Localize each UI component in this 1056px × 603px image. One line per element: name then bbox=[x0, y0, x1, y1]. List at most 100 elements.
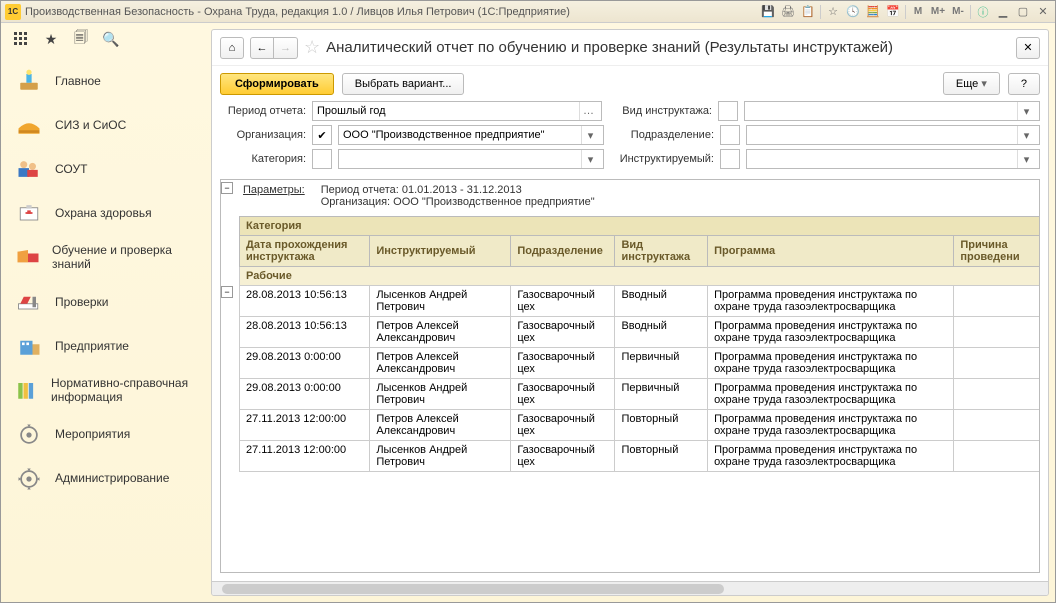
category-input[interactable]: ▾ bbox=[338, 149, 604, 169]
report-table: Категория Дата прохождения инструктажаИн… bbox=[239, 216, 1040, 472]
nav-icon bbox=[13, 67, 45, 95]
type-checkbox[interactable] bbox=[718, 101, 738, 121]
org-input[interactable]: ООО "Производственное предприятие"▾ bbox=[338, 125, 604, 145]
table-row[interactable]: 29.08.2013 0:00:00Лысенков Андрей Петров… bbox=[240, 379, 1041, 410]
table-row[interactable]: 27.11.2013 12:00:00Петров Алексей Алекса… bbox=[240, 410, 1041, 441]
nav-item[interactable]: Охрана здоровья bbox=[1, 191, 211, 235]
table-row[interactable]: 29.08.2013 0:00:00Петров Алексей Алексан… bbox=[240, 348, 1041, 379]
print-icon[interactable]: 🖨 bbox=[780, 4, 796, 20]
save-icon[interactable]: 💾 bbox=[760, 4, 776, 20]
dept-checkbox[interactable] bbox=[720, 125, 740, 145]
window-title: Производственная Безопасность - Охрана Т… bbox=[25, 6, 760, 18]
sidebar: ★ 🗐 🔍 Главное СИЗ и СиОС СОУТОхрана здоров… bbox=[1, 23, 211, 602]
clipboard-icon[interactable]: 🗐 bbox=[73, 31, 89, 47]
person-checkbox[interactable] bbox=[720, 149, 740, 169]
nav-item[interactable]: Главное bbox=[1, 59, 211, 103]
table-cell: Вводный bbox=[615, 286, 708, 317]
doc-icon[interactable]: 📋 bbox=[800, 4, 816, 20]
history-icon[interactable]: 🕓 bbox=[845, 4, 861, 20]
period-ellipsis-icon[interactable]: … bbox=[579, 102, 597, 120]
main-panel: ⌂ ← → ☆ Аналитический отчет по обучению … bbox=[211, 29, 1049, 596]
table-cell: 29.08.2013 0:00:00 bbox=[240, 379, 370, 410]
nav-item[interactable]: Проверки bbox=[1, 280, 211, 324]
dept-input[interactable]: ▾ bbox=[746, 125, 1040, 145]
category-dropdown-icon[interactable]: ▾ bbox=[581, 150, 599, 168]
nav-item[interactable]: Обучение и проверка знаний bbox=[1, 235, 211, 280]
info-icon[interactable]: ⓘ bbox=[975, 4, 991, 20]
category-checkbox[interactable] bbox=[312, 149, 332, 169]
column-header: Инструктируемый bbox=[370, 236, 511, 267]
forward-button[interactable]: → bbox=[274, 37, 298, 59]
close-tab-icon[interactable]: ✕ bbox=[1016, 37, 1040, 59]
nav-label: Главное bbox=[55, 74, 101, 88]
category-label: Категория: bbox=[220, 153, 306, 165]
table-cell bbox=[954, 317, 1040, 348]
table-row[interactable]: 27.11.2013 12:00:00Лысенков Андрей Петро… bbox=[240, 441, 1041, 472]
type-input[interactable]: ▾ bbox=[744, 101, 1040, 121]
nav-item[interactable]: СИЗ и СиОС bbox=[1, 103, 211, 147]
nav-label: Обучение и проверка знаний bbox=[52, 243, 199, 272]
nav-icon bbox=[13, 376, 41, 404]
nav-item[interactable]: Предприятие bbox=[1, 324, 211, 368]
category-header: Категория bbox=[240, 217, 1041, 236]
params-label: Параметры: bbox=[243, 184, 305, 208]
choose-variant-button[interactable]: Выбрать вариант... bbox=[342, 73, 465, 95]
person-input[interactable]: ▾ bbox=[746, 149, 1040, 169]
table-cell: Программа проведения инструктажа по охра… bbox=[708, 348, 954, 379]
tree-toggle[interactable]: − bbox=[221, 182, 233, 194]
table-cell: Газосварочный цех bbox=[511, 286, 615, 317]
nav-icon bbox=[13, 465, 45, 493]
memory-mplus-icon[interactable]: M+ bbox=[930, 4, 946, 20]
favorite-page-icon[interactable]: ☆ bbox=[304, 37, 320, 58]
memory-mminus-icon[interactable]: M- bbox=[950, 4, 966, 20]
calc-icon[interactable]: 🧮 bbox=[865, 4, 881, 20]
table-cell: Повторный bbox=[615, 410, 708, 441]
nav-item[interactable]: Мероприятия bbox=[1, 413, 211, 457]
table-row[interactable]: 28.08.2013 10:56:13Петров Алексей Алекса… bbox=[240, 317, 1041, 348]
maximize-icon[interactable]: ▢ bbox=[1015, 4, 1031, 20]
horizontal-scrollbar[interactable] bbox=[212, 581, 1048, 595]
page-title: Аналитический отчет по обучению и провер… bbox=[326, 39, 1010, 56]
memory-m-icon[interactable]: M bbox=[910, 4, 926, 20]
table-cell: Первичный bbox=[615, 348, 708, 379]
minimize-icon[interactable]: ▁ bbox=[995, 4, 1011, 20]
org-dropdown-icon[interactable]: ▾ bbox=[581, 126, 599, 144]
type-dropdown-icon[interactable]: ▾ bbox=[1017, 102, 1035, 120]
nav-label: СИЗ и СиОС bbox=[55, 118, 126, 132]
person-dropdown-icon[interactable]: ▾ bbox=[1017, 150, 1035, 168]
table-cell: Газосварочный цех bbox=[511, 317, 615, 348]
group-row: Рабочие bbox=[240, 267, 1041, 286]
home-button[interactable]: ⌂ bbox=[220, 37, 244, 59]
report-area[interactable]: − Параметры: Период отчета: 01.01.2013 -… bbox=[220, 179, 1040, 573]
table-cell: Петров Алексей Александрович bbox=[370, 348, 511, 379]
table-row[interactable]: 28.08.2013 10:56:13Лысенков Андрей Петро… bbox=[240, 286, 1041, 317]
nav-item[interactable]: СОУТ bbox=[1, 147, 211, 191]
separator bbox=[820, 5, 821, 19]
table-cell: Повторный bbox=[615, 441, 708, 472]
help-button[interactable]: ? bbox=[1008, 73, 1040, 95]
column-header: Программа bbox=[708, 236, 954, 267]
table-cell bbox=[954, 348, 1040, 379]
tree-toggle-group[interactable]: − bbox=[221, 286, 233, 298]
table-cell bbox=[954, 286, 1040, 317]
search-icon[interactable]: 🔍 bbox=[103, 31, 119, 47]
period-input[interactable]: Прошлый год… bbox=[312, 101, 602, 121]
column-header: Причина проведени bbox=[954, 236, 1040, 267]
person-label: Инструктируемый: bbox=[610, 153, 714, 165]
calendar-icon[interactable]: 📅 bbox=[885, 4, 901, 20]
nav-item[interactable]: Нормативно-справочная информация bbox=[1, 368, 211, 413]
period-label: Период отчета: bbox=[220, 105, 306, 117]
star-icon[interactable]: ☆ bbox=[825, 4, 841, 20]
nav-item[interactable]: Администрирование bbox=[1, 457, 211, 501]
favorite-icon[interactable]: ★ bbox=[43, 31, 59, 47]
more-button[interactable]: Еще bbox=[943, 72, 1000, 95]
close-icon[interactable]: ✕ bbox=[1035, 4, 1051, 20]
back-button[interactable]: ← bbox=[250, 37, 274, 59]
form-button[interactable]: Сформировать bbox=[220, 73, 334, 95]
dept-dropdown-icon[interactable]: ▾ bbox=[1017, 126, 1035, 144]
app-icon: 1C bbox=[5, 4, 21, 20]
org-label: Организация: bbox=[220, 129, 306, 141]
org-checkbox[interactable]: ✔ bbox=[312, 125, 332, 145]
apps-icon[interactable] bbox=[13, 31, 29, 47]
column-header: Дата прохождения инструктажа bbox=[240, 236, 370, 267]
